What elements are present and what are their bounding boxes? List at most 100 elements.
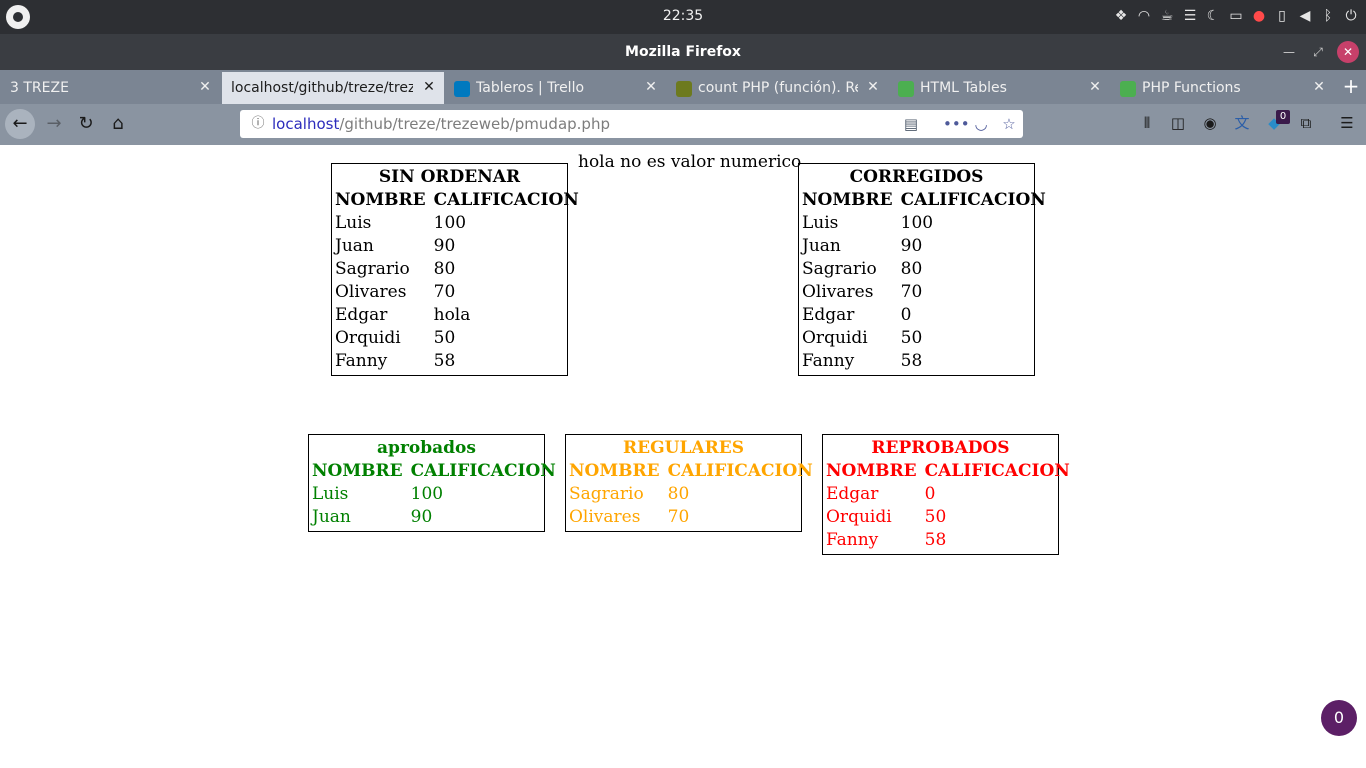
table-row: Fanny 58 bbox=[826, 529, 1078, 552]
back-button[interactable]: ← bbox=[5, 109, 35, 139]
tab-localhost[interactable]: localhost/github/treze/trezeweb/pmudap.p… bbox=[222, 72, 444, 104]
column-header: NOMBRE bbox=[312, 461, 403, 481]
notification-counter-button[interactable]: 0 bbox=[1321, 700, 1357, 736]
tab-strip: 3 TREZE ✕ localhost/github/treze/trezewe… bbox=[0, 70, 1366, 104]
table-row: Olivares 70 bbox=[335, 281, 587, 304]
folder-icon[interactable]: ▭ bbox=[1229, 6, 1243, 26]
bell-icon[interactable]: ● bbox=[1252, 6, 1266, 26]
name-cell: Orquidi bbox=[335, 328, 401, 348]
table-row: Edgar 0 bbox=[802, 304, 1054, 327]
column-header: NOMBRE bbox=[569, 461, 660, 481]
battery-icon[interactable]: ▯ bbox=[1275, 6, 1289, 26]
grade-cell: 100 bbox=[433, 213, 467, 233]
regular-table: REGULARES NOMBRE CALIFICACION Sagrario 80 … bbox=[565, 434, 813, 532]
grade-cell: 50 bbox=[433, 328, 456, 348]
menu-icon[interactable]: ☰ bbox=[1183, 6, 1197, 26]
table-row: Edgar 0 bbox=[826, 483, 1078, 506]
table-row: Juan 90 bbox=[335, 235, 587, 258]
new-tab-button[interactable]: + bbox=[1340, 75, 1362, 97]
grade-cell: 90 bbox=[900, 236, 923, 256]
bluetooth-icon[interactable]: ᛒ bbox=[1321, 6, 1335, 26]
table-row: Luis 100 bbox=[802, 212, 1054, 235]
tab-trello[interactable]: Tableros | Trello ✕ bbox=[446, 72, 666, 104]
close-window-icon[interactable]: ✕ bbox=[1337, 41, 1359, 63]
table-row: Luis 100 bbox=[312, 483, 564, 506]
reader-view-icon[interactable]: ▤ bbox=[901, 114, 921, 134]
column-header: CALIFICACION bbox=[410, 461, 556, 481]
w3schools-icon bbox=[898, 81, 914, 97]
name-cell: Orquidi bbox=[802, 328, 868, 348]
grade-cell: 50 bbox=[924, 507, 947, 527]
close-tab-icon[interactable]: ✕ bbox=[866, 79, 880, 95]
unsorted-table: SIN ORDENAR NOMBRE CALIFICACION Luis 100 J… bbox=[331, 163, 579, 376]
dropbox-icon[interactable]: ❖ bbox=[1114, 6, 1128, 26]
name-cell: Edgar bbox=[802, 305, 855, 325]
table-row: Olivares 70 bbox=[802, 281, 1054, 304]
table-caption: SIN ORDENAR bbox=[378, 167, 521, 187]
close-tab-icon[interactable]: ✕ bbox=[644, 79, 658, 95]
tab-php-functions[interactable]: PHP Functions ✕ bbox=[1112, 72, 1334, 104]
forward-button[interactable]: → bbox=[42, 112, 66, 136]
wifi-icon[interactable]: ◠ bbox=[1137, 6, 1151, 26]
table-caption: aprobados bbox=[377, 438, 476, 458]
tab-title: Tableros | Trello bbox=[476, 80, 585, 96]
grade-cell: 58 bbox=[900, 351, 923, 371]
close-tab-icon[interactable]: ✕ bbox=[422, 79, 436, 95]
table-row: Olivares 70 bbox=[569, 506, 821, 529]
moon-icon[interactable]: ☾ bbox=[1206, 6, 1220, 26]
close-tab-icon[interactable]: ✕ bbox=[1088, 79, 1102, 95]
tab-html-tables[interactable]: HTML Tables ✕ bbox=[890, 72, 1110, 104]
url-bar[interactable]: ⓘ localhost/github/treze/trezeweb/pmudap… bbox=[240, 110, 1023, 138]
name-cell: Fanny bbox=[802, 351, 855, 371]
table-row: Orquidi 50 bbox=[802, 327, 1054, 350]
account-icon[interactable]: ◉ bbox=[1199, 112, 1221, 134]
tab-title: HTML Tables bbox=[920, 80, 1007, 96]
table-caption: REGULARES bbox=[623, 438, 744, 458]
grade-cell: 70 bbox=[900, 282, 923, 302]
screenshot-icon[interactable]: ⧉ bbox=[1295, 112, 1317, 134]
approved-table: aprobados NOMBRE CALIFICACION Luis 100 Jua… bbox=[308, 434, 556, 532]
translate-icon[interactable]: 文 bbox=[1231, 112, 1253, 134]
column-header: NOMBRE bbox=[802, 190, 893, 210]
name-cell: Olivares bbox=[335, 282, 407, 302]
minimize-icon[interactable]: — bbox=[1280, 43, 1298, 61]
pocket-icon[interactable]: ◡ bbox=[971, 114, 991, 134]
close-tab-icon[interactable]: ✕ bbox=[198, 79, 212, 95]
home-button[interactable]: ⌂ bbox=[106, 112, 130, 136]
table-row: Edgar hola bbox=[335, 304, 587, 327]
tab-treze[interactable]: 3 TREZE ✕ bbox=[0, 72, 220, 104]
maximize-icon[interactable]: ⤢ bbox=[1309, 43, 1327, 61]
hamburger-menu-icon[interactable]: ☰ bbox=[1336, 112, 1358, 134]
coffee-icon[interactable]: ☕ bbox=[1160, 6, 1174, 26]
validation-message: hola no es valor numerico bbox=[578, 152, 802, 172]
table-row: Orquidi 50 bbox=[826, 506, 1078, 529]
table-caption: CORREGIDOS bbox=[849, 167, 984, 187]
reload-button[interactable]: ↻ bbox=[74, 112, 98, 136]
volume-icon[interactable]: ◀ bbox=[1298, 6, 1312, 26]
site-info-icon[interactable]: ⓘ bbox=[250, 116, 266, 132]
extension-badge: 0 bbox=[1276, 110, 1290, 124]
page-content: hola no es valor numerico SIN ORDENAR NO… bbox=[0, 145, 1366, 768]
tab-title: count PHP (función). Re bbox=[698, 80, 858, 96]
url-text[interactable]: localhost/github/treze/trezeweb/pmudap.p… bbox=[272, 115, 610, 133]
page-actions-icon[interactable]: ••• bbox=[943, 114, 970, 134]
php-site-icon bbox=[676, 81, 692, 97]
table-row: Sagrario 80 bbox=[802, 258, 1054, 281]
window-title: Mozilla Firefox bbox=[625, 44, 741, 60]
name-cell: Edgar bbox=[826, 484, 879, 504]
close-tab-icon[interactable]: ✕ bbox=[1312, 79, 1326, 95]
name-cell: Sagrario bbox=[802, 259, 877, 279]
tab-count-php[interactable]: count PHP (función). Re ✕ bbox=[668, 72, 888, 104]
sidebar-icon[interactable]: ◫ bbox=[1167, 112, 1189, 134]
failed-table: REPROBADOS NOMBRE CALIFICACION Edgar 0 Orq… bbox=[822, 434, 1070, 555]
power-icon[interactable]: ⏻ bbox=[1344, 6, 1358, 26]
name-cell: Sagrario bbox=[335, 259, 410, 279]
grade-cell: hola bbox=[433, 305, 471, 325]
grade-cell: 0 bbox=[924, 484, 936, 504]
table-row: Juan 90 bbox=[312, 506, 564, 529]
grade-cell: 100 bbox=[900, 213, 934, 233]
corrected-table: CORREGIDOS NOMBRE CALIFICACION Luis 100 Ju… bbox=[798, 163, 1046, 376]
grade-cell: 80 bbox=[900, 259, 923, 279]
library-icon[interactable]: ⫴ bbox=[1136, 112, 1158, 134]
bookmark-star-icon[interactable]: ☆ bbox=[999, 114, 1019, 134]
